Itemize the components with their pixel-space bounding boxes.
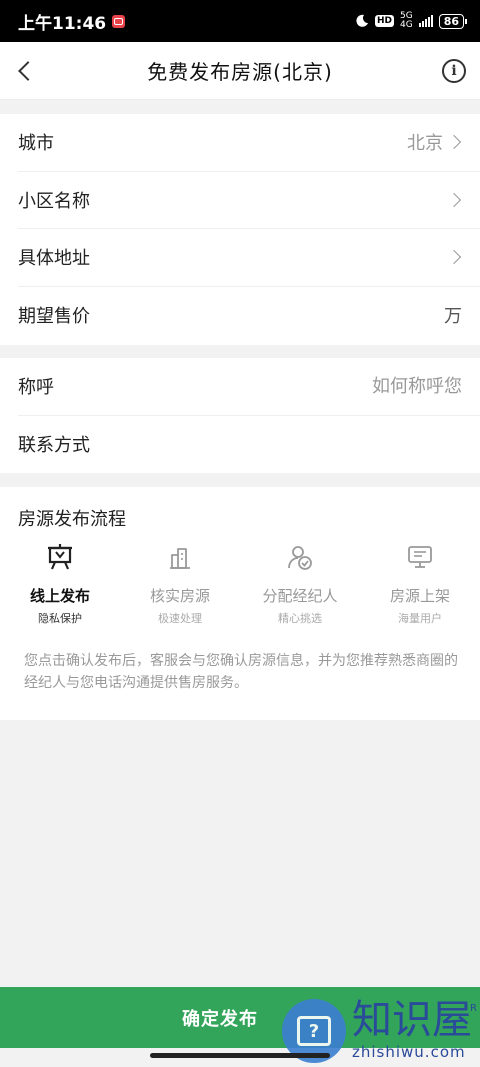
network-bottom: 4G: [399, 20, 413, 30]
info-button[interactable]: i: [442, 59, 466, 83]
question-icon: ?: [297, 1016, 331, 1046]
price-unit: 万: [444, 306, 462, 328]
status-left: 上午11:46: [18, 9, 126, 34]
info-icon: i: [451, 63, 457, 79]
step-sub: 隐私保护: [38, 612, 82, 625]
page-title: 免费发布房源(北京): [147, 60, 333, 84]
status-bar: 上午11:46 HD 5G 4G 86: [0, 0, 480, 42]
step-name: 核实房源: [149, 587, 210, 605]
address-row[interactable]: 具体地址: [18, 229, 480, 287]
home-indicator[interactable]: [150, 1053, 330, 1058]
podium-icon: [48, 544, 72, 570]
price-label: 期望售价: [18, 306, 90, 328]
contact-section: 称呼 联系方式: [0, 358, 480, 473]
watermark-domain: zhishiwu.com: [352, 1043, 466, 1061]
battery-icon: 86: [438, 13, 468, 29]
registered-mark: R: [470, 1003, 477, 1014]
step-sub: 精心挑选: [278, 612, 322, 625]
chevron-right-icon: [446, 250, 462, 265]
name-label: 称呼: [18, 377, 54, 399]
address-label: 具体地址: [18, 248, 90, 270]
step-sub: 极速处理: [158, 612, 202, 625]
flow-step: 核实房源 极速处理: [120, 543, 240, 626]
status-time: 上午11:46: [18, 13, 107, 34]
flow-steps: 线上发布 隐私保护 核实房源 极速处理 分配经纪人 精心挑选 房源上架 海量用户: [0, 543, 480, 626]
flow-title: 房源发布流程: [18, 509, 126, 530]
flow-description: 您点击确认发布后，客服会与您确认房源信息，并为您推荐熟悉商圈的经纪人与您电话沟通…: [24, 653, 458, 691]
property-info-section: 城市 北京 小区名称 具体地址 期望售价 万: [0, 114, 480, 345]
address-value-group: [443, 250, 462, 265]
community-row[interactable]: 小区名称: [18, 172, 480, 229]
step-sub: 海量用户: [398, 612, 442, 625]
chevron-right-icon: [446, 135, 462, 150]
nav-header: 免费发布房源(北京) i: [0, 42, 480, 100]
chevron-right-icon: [446, 192, 462, 207]
back-button[interactable]: [10, 56, 40, 86]
notification-icon: [112, 14, 126, 28]
step-name: 分配经纪人: [262, 587, 338, 605]
flow-step: 线上发布 隐私保护: [0, 543, 120, 626]
monitor-icon: [408, 546, 432, 568]
flow-step: 房源上架 海量用户: [360, 543, 480, 626]
hd-badge: HD: [374, 15, 394, 27]
agent-check-icon: [288, 546, 312, 570]
status-right: HD 5G 4G 86: [355, 12, 468, 30]
city-value: 北京: [407, 133, 443, 155]
price-value-group: 万: [278, 302, 462, 328]
name-input[interactable]: [262, 375, 462, 397]
city-row[interactable]: 城市 北京: [18, 114, 480, 172]
step-name: 房源上架: [389, 587, 450, 605]
contact-label: 联系方式: [18, 435, 90, 457]
moon-icon: [356, 14, 368, 27]
community-value-group: [443, 192, 462, 207]
contact-input[interactable]: [262, 433, 462, 455]
signal-icon: [418, 15, 433, 27]
watermark-brand: 知识屋: [352, 997, 472, 1043]
step-name: 线上发布: [29, 587, 90, 605]
flow-step: 分配经纪人 精心挑选: [240, 543, 360, 626]
contact-row: 联系方式: [18, 416, 480, 474]
city-label: 城市: [18, 133, 54, 155]
confirm-label: 确定发布: [182, 1008, 258, 1030]
flow-section: 房源发布流程 线上发布 隐私保护 核实房源 极速处理 分配经纪人 精心挑选 房源…: [0, 487, 480, 720]
buildings-icon: [170, 548, 190, 569]
community-label: 小区名称: [18, 190, 90, 212]
name-row: 称呼: [18, 358, 480, 416]
price-row: 期望售价 万: [18, 287, 480, 345]
city-value-group: 北京: [407, 129, 462, 155]
network-label: 5G 4G: [400, 12, 413, 30]
price-input[interactable]: [278, 304, 438, 326]
